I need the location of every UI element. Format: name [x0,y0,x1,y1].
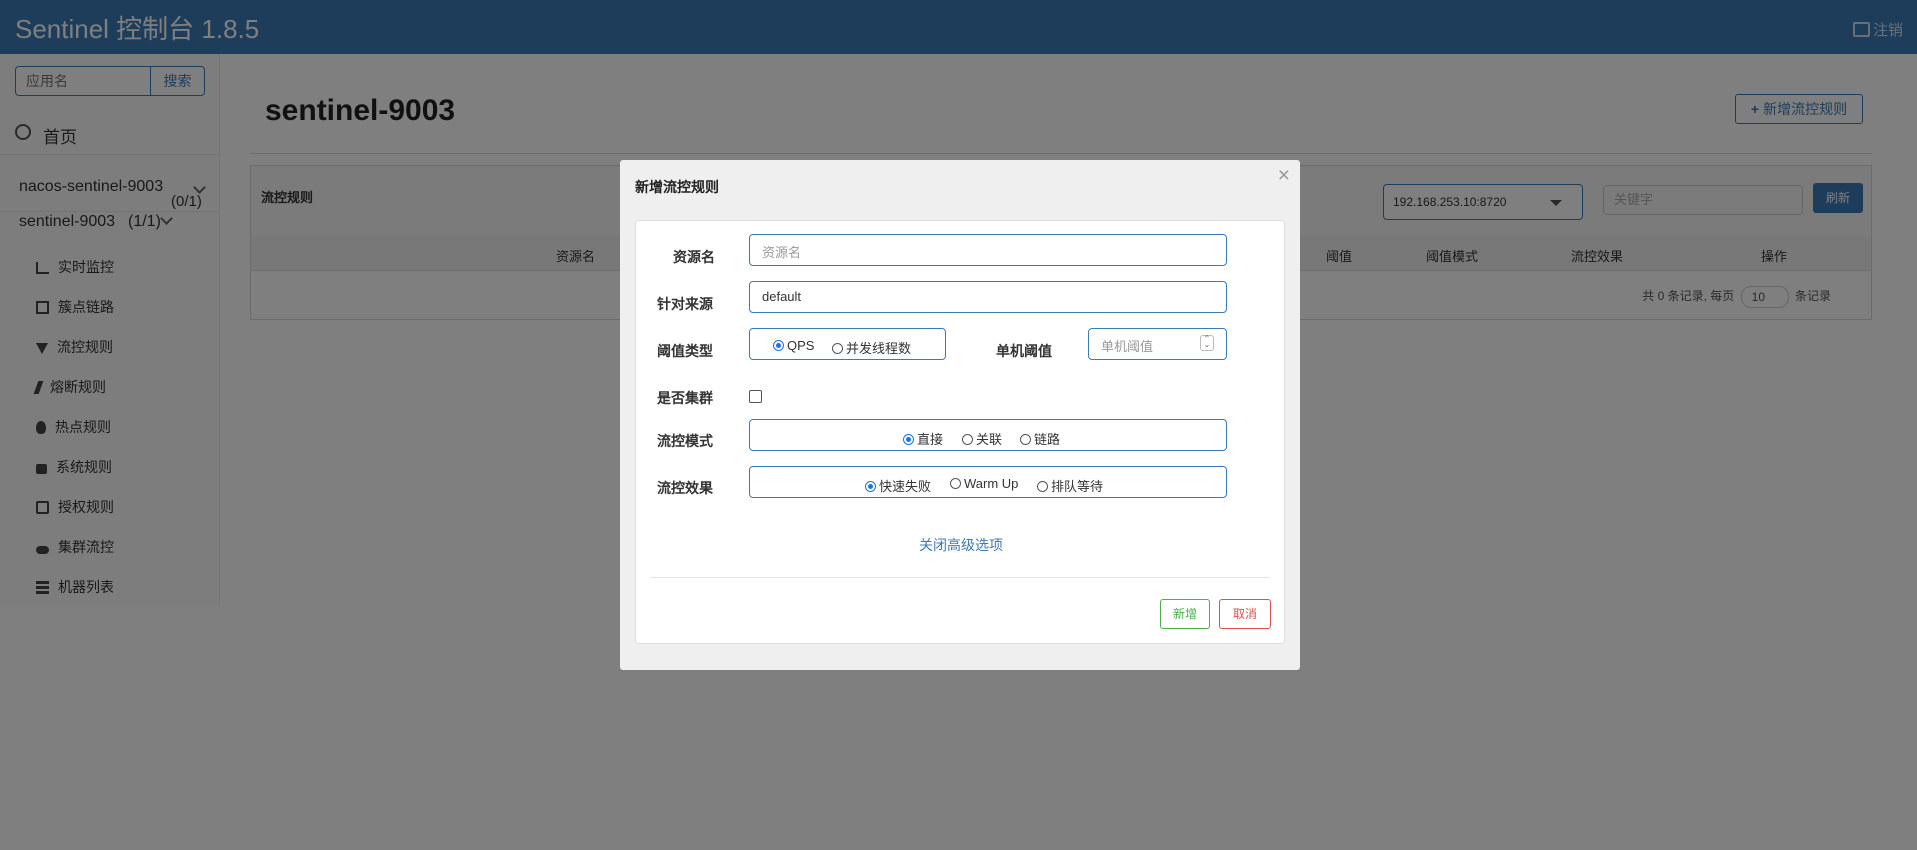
spinner-icon[interactable]: ⌃ ⌄ [1200,335,1214,351]
count-input[interactable]: 单机阈值 ⌃ ⌄ [1088,328,1227,360]
radio-icon [950,478,961,489]
strategy-label: 流控模式 [657,433,713,449]
limit-app-label: 针对来源 [657,296,713,312]
strategy-option-chain[interactable]: 链路 [1020,429,1060,448]
behavior-option-fast-fail[interactable]: 快速失败 [865,476,931,495]
radio-icon [832,343,843,354]
resource-label: 资源名 [673,249,715,265]
radio-icon [1020,434,1031,445]
strategy-option-relate[interactable]: 关联 [962,429,1002,448]
strategy-option-direct[interactable]: 直接 [903,429,943,448]
cancel-button[interactable]: 取消 [1219,599,1271,629]
resource-placeholder: 资源名 [762,245,802,260]
strategy-option-label: 链路 [1034,432,1061,447]
close-icon[interactable]: × [1278,164,1290,188]
add-flow-rule-dialog: × 新增流控规则 资源名 资源名 针对来源 default 阈值类型 QPS 并… [620,160,1300,670]
strategy-option-label: 直接 [917,432,944,447]
grade-option-qps[interactable]: QPS [773,338,814,353]
submit-button[interactable]: 新增 [1160,599,1210,629]
grade-radio-group: QPS 并发线程数 [749,328,946,360]
limit-app-input[interactable]: default [749,281,1227,313]
behavior-option-label: 快速失败 [879,479,932,494]
radio-selected-icon [903,434,914,445]
behavior-option-warm-up[interactable]: Warm Up [950,476,1018,491]
cluster-checkbox[interactable] [749,390,762,403]
grade-label: 阈值类型 [657,343,713,359]
behavior-option-label: 排队等待 [1051,479,1104,494]
behavior-option-label: Warm Up [964,476,1019,491]
dialog-title: 新增流控规则 [635,179,719,195]
grade-option-thread[interactable]: 并发线程数 [832,338,911,357]
strategy-option-label: 关联 [976,432,1003,447]
radio-selected-icon [865,481,876,492]
footer-divider [650,577,1270,578]
radio-icon [1037,481,1048,492]
grade-option-label: 并发线程数 [846,341,912,356]
behavior-option-queue[interactable]: 排队等待 [1037,476,1103,495]
count-placeholder: 单机阈值 [1101,339,1154,354]
grade-option-label: QPS [787,338,815,353]
behavior-radio-group: 快速失败 Warm Up 排队等待 [749,466,1227,498]
count-label: 单机阈值 [996,343,1052,359]
behavior-label: 流控效果 [657,480,713,496]
resource-input[interactable]: 资源名 [749,234,1227,266]
limit-app-value: default [762,289,802,304]
radio-selected-icon [773,340,784,351]
dialog-body: 资源名 资源名 针对来源 default 阈值类型 QPS 并发线程数 单机阈值… [635,220,1285,644]
toggle-advanced-link[interactable]: 关闭高级选项 [636,535,1286,555]
cluster-label: 是否集群 [657,390,713,406]
strategy-radio-group: 直接 关联 链路 [749,419,1227,451]
radio-icon [962,434,973,445]
